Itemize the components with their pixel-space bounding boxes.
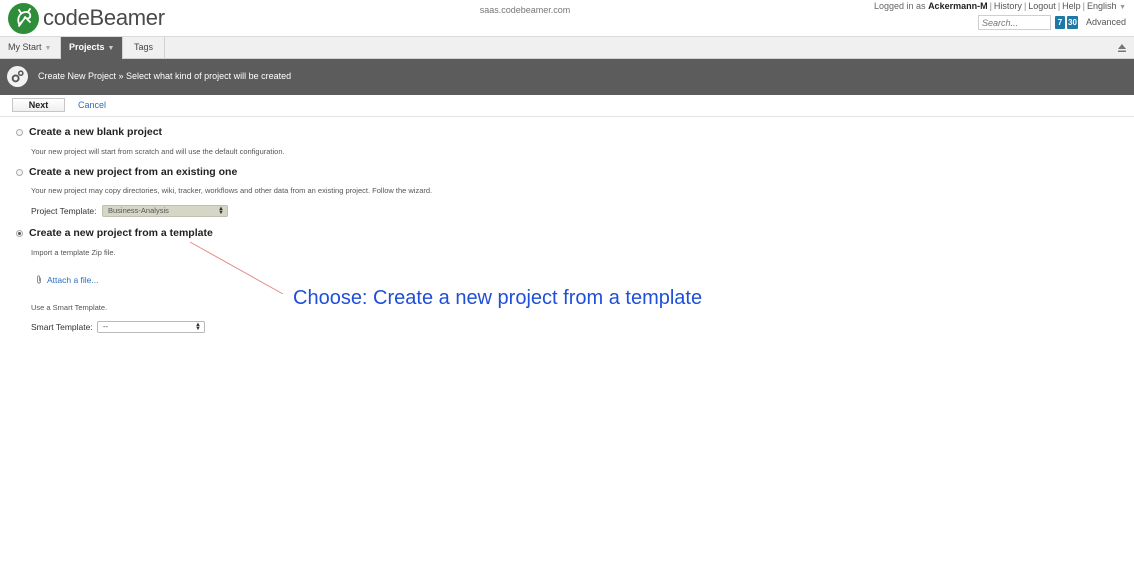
existing-project-title[interactable]: Create a new project from an existing on… <box>29 166 237 178</box>
search-input[interactable] <box>978 15 1051 30</box>
count-badge[interactable]: 30 <box>1067 16 1078 29</box>
tab-my-start[interactable]: My Start ▼ <box>0 37 61 59</box>
smart-template-description: Use a Smart Template. <box>31 303 108 312</box>
smart-template-select[interactable]: -- ▲ ▼ <box>97 321 205 333</box>
tab-label: Projects <box>69 42 105 52</box>
blank-project-radio[interactable] <box>16 129 23 136</box>
template-project-description: Import a template Zip file. <box>31 248 116 257</box>
collapse-header-icon[interactable] <box>1117 43 1127 53</box>
project-template-select[interactable]: Business-Analysis ▲ ▼ <box>102 205 228 217</box>
attach-file-link[interactable]: Attach a file... <box>47 275 99 285</box>
annotation-text: Choose: Create a new project from a temp… <box>293 287 703 309</box>
template-project-radio[interactable] <box>16 230 23 237</box>
tab-projects[interactable]: Projects ▼ <box>61 37 123 59</box>
existing-project-description: Your new project may copy directories, w… <box>31 186 433 195</box>
tab-tags[interactable]: Tags <box>123 37 165 59</box>
action-bar: Next Cancel <box>0 95 1134 117</box>
history-link[interactable]: History <box>994 1 1022 11</box>
logout-link[interactable]: Logout <box>1028 1 1056 11</box>
smart-template-label: Smart Template: <box>31 322 93 332</box>
page-title: Create New Project » Select what kind of… <box>38 71 292 81</box>
language-dropdown-icon[interactable]: ▼ <box>1119 4 1126 11</box>
tab-label: My Start <box>8 42 42 52</box>
gears-icon <box>7 66 28 87</box>
page-title-bar: Create New Project » Select what kind of… <box>0 59 1134 95</box>
smart-template-value: -- <box>103 322 108 331</box>
notification-badge[interactable]: 7 <box>1055 16 1065 29</box>
select-arrows-icon: ▲ ▼ <box>218 206 224 216</box>
existing-project-radio[interactable] <box>16 169 23 176</box>
select-arrows-icon: ▲ ▼ <box>195 322 201 332</box>
template-project-title[interactable]: Create a new project from a template <box>29 227 213 239</box>
tab-label: Tags <box>133 42 153 52</box>
app-header: codeBeamer saas.codebeamer.com Logged in… <box>0 0 1134 36</box>
language-link[interactable]: English <box>1087 1 1117 11</box>
blank-project-description: Your new project will start from scratch… <box>31 147 285 156</box>
chevron-down-icon: ▼ <box>44 45 52 52</box>
help-link[interactable]: Help <box>1062 1 1081 11</box>
chevron-down-icon: ▼ <box>107 45 115 52</box>
blank-project-title[interactable]: Create a new blank project <box>29 126 162 138</box>
user-link[interactable]: Ackermann-M <box>928 1 988 11</box>
project-template-value: Business-Analysis <box>108 206 169 215</box>
paperclip-icon <box>37 275 41 284</box>
logged-in-prefix: Logged in as <box>874 1 926 11</box>
project-template-label: Project Template: <box>31 206 97 216</box>
top-menu: Logged in as Ackermann-M | History | Logout |… <box>874 1 1126 11</box>
cancel-link[interactable]: Cancel <box>78 100 106 110</box>
next-button[interactable]: Next <box>12 98 65 112</box>
main-tab-bar: My Start ▼ Projects ▼ Tags <box>0 36 1134 59</box>
advanced-search-link[interactable]: Advanced <box>1086 17 1126 27</box>
